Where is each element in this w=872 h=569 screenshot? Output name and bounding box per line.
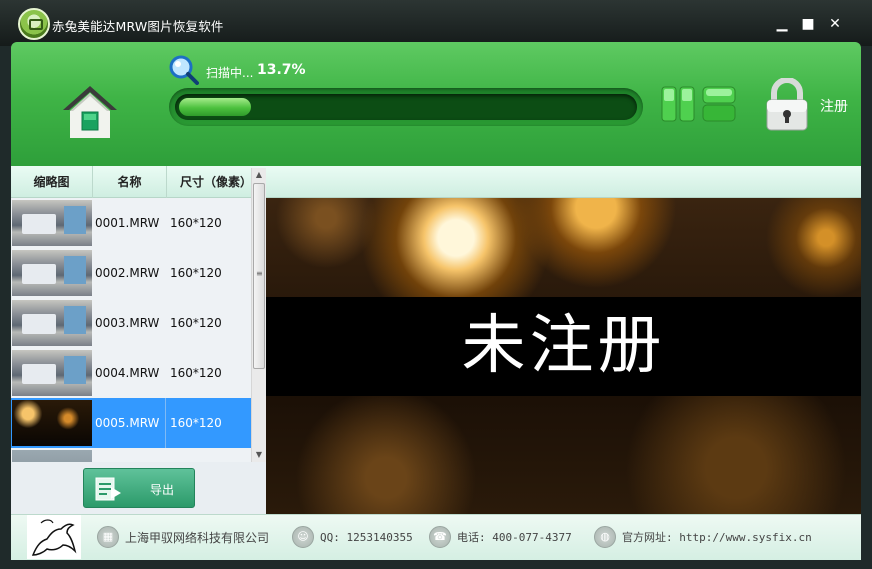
home-icon[interactable]	[61, 84, 119, 140]
file-name: 0003.MRW	[95, 316, 160, 330]
website-link[interactable]: 官方网址: http://www.sysfix.cn	[622, 527, 812, 549]
toolbar-header: 扫描中... 13.7% 注册	[11, 42, 861, 166]
thumbnail-image	[12, 450, 92, 462]
title-bar: 赤兔美能达MRW图片恢复软件 ▁ ■ ✕	[0, 0, 872, 46]
qq-number: QQ: 1253140355	[320, 531, 413, 544]
lock-icon[interactable]	[764, 78, 810, 132]
scroll-thumb[interactable]: ≡	[253, 183, 265, 369]
footer-bar: ▦ 上海甲驭网络科技有限公司 ☺ QQ: 1253140355 ☎ 电话: 40…	[11, 514, 861, 560]
phone-icon: ☎	[429, 526, 451, 548]
company-name: 上海甲驭网络科技有限公司	[125, 531, 270, 545]
close-button[interactable]: ✕	[825, 14, 845, 34]
scan-progress-bar	[169, 88, 643, 126]
file-dimensions: 160*120	[170, 266, 222, 280]
table-row[interactable]: 0003.MRW 160*120	[11, 298, 251, 348]
scan-progress-fill	[179, 98, 251, 116]
file-dimensions: 160*120	[170, 416, 222, 430]
scroll-up-arrow-icon[interactable]: ▲	[252, 168, 266, 182]
export-label: 导出	[150, 483, 175, 497]
file-dimensions: 160*120	[170, 216, 222, 230]
column-header-thumbnail[interactable]: 缩略图	[11, 166, 93, 198]
grid-view-icon[interactable]	[701, 85, 737, 123]
thumbnail-image	[12, 250, 92, 296]
magnifier-icon	[169, 55, 199, 85]
export-icon	[95, 477, 121, 501]
table-row[interactable]: 0001.MRW 160*120	[11, 198, 251, 248]
building-icon: ▦	[97, 526, 119, 548]
table-row[interactable]: 0002.MRW 160*120	[11, 248, 251, 298]
unregistered-watermark-text: 未注册	[461, 309, 666, 383]
globe-icon: ◍	[594, 526, 616, 548]
export-button[interactable]: 导出	[83, 468, 195, 508]
unregistered-watermark-band: 未注册	[266, 297, 861, 396]
phone-number: 电话: 400-077-4377	[457, 531, 572, 544]
thumbnail-image	[12, 400, 92, 446]
list-view-icon[interactable]	[660, 85, 696, 123]
file-name: 0002.MRW	[95, 266, 160, 280]
thumbnail-image	[12, 200, 92, 246]
app-logo-icon	[18, 8, 50, 40]
file-name: 0001.MRW	[95, 216, 160, 230]
image-preview: 未注册	[266, 198, 861, 514]
list-scrollbar[interactable]: ▲ ≡ ▼	[251, 168, 266, 462]
thumbnail-image	[12, 300, 92, 346]
thumbnail-image	[12, 350, 92, 396]
column-header-name[interactable]: 名称	[93, 166, 167, 198]
file-list-panel: 0001.MRW 160*120 0002.MRW 160*120 0003.MRW 16…	[11, 168, 266, 514]
table-row[interactable]: 0004.MRW 160*120	[11, 348, 251, 398]
register-link[interactable]: 注册	[820, 96, 848, 116]
table-row[interactable]	[11, 448, 251, 462]
scan-status-label: 扫描中...	[206, 66, 254, 80]
scan-progress-percent: 13.7%	[257, 62, 306, 78]
file-list-header: 缩略图 名称 尺寸（像素）	[11, 166, 861, 198]
file-list: 0001.MRW 160*120 0002.MRW 160*120 0003.MRW 16…	[11, 198, 251, 462]
minimize-button[interactable]: ▁	[772, 14, 792, 34]
file-dimensions: 160*120	[170, 316, 222, 330]
window-title: 赤兔美能达MRW图片恢复软件	[52, 19, 224, 34]
qq-icon: ☺	[292, 526, 314, 548]
file-name: 0005.MRW	[95, 416, 160, 430]
file-dimensions: 160*120	[170, 366, 222, 380]
horse-logo-icon	[27, 515, 81, 559]
file-name: 0004.MRW	[95, 366, 160, 380]
scroll-down-arrow-icon[interactable]: ▼	[252, 448, 266, 462]
table-row[interactable]: 0005.MRW 160*120	[11, 398, 251, 448]
maximize-button[interactable]: ■	[798, 14, 818, 34]
